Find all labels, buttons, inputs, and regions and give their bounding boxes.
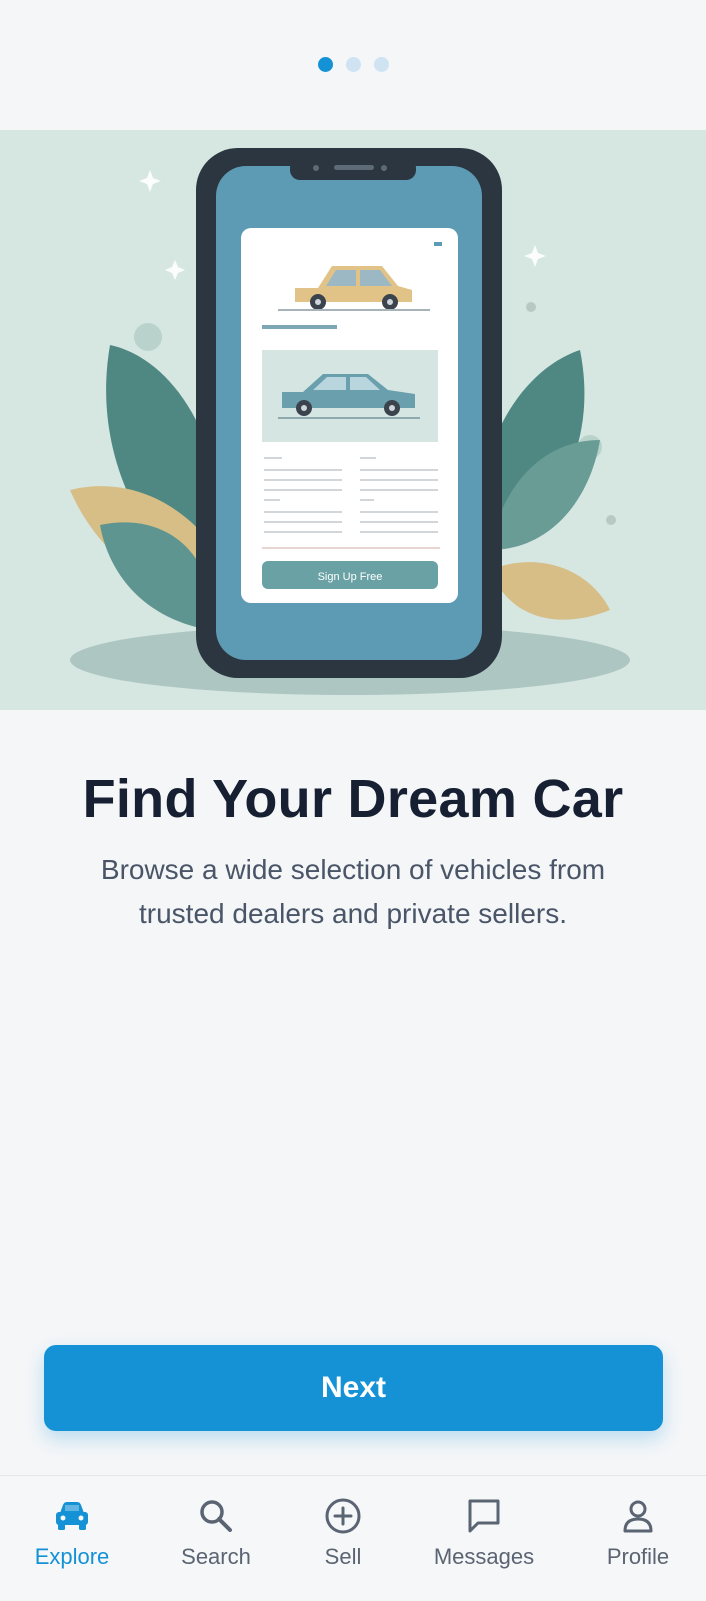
tab-explore[interactable]: Explore [26,1476,118,1601]
tab-profile[interactable]: Profile [590,1476,686,1601]
bottom-tab-bar: Explore Search Sell Messages Profile [0,1475,706,1601]
onboarding-title: Find Your Dream Car [82,769,624,829]
next-button[interactable]: Next [44,1345,663,1431]
hero-illustration: Sign Up Free [0,130,706,710]
user-icon [620,1496,656,1536]
tab-messages[interactable]: Messages [428,1476,540,1601]
pagination-dot-3[interactable] [373,57,389,72]
tab-label: Explore [34,1544,110,1569]
message-icon [465,1496,503,1536]
tab-sell[interactable]: Sell [303,1476,383,1601]
tab-label: Sell [324,1544,362,1569]
tab-search[interactable]: Search [170,1476,262,1601]
mock-screen-button-text: Sign Up Free [318,571,383,583]
plus-circle-icon [324,1496,362,1536]
onboarding-subtitle: Browse a wide selection of vehicles from… [100,854,606,929]
tab-label: Search [181,1544,251,1569]
pagination-dot-1[interactable] [317,57,333,72]
search-icon [198,1496,234,1536]
pagination-dots [0,57,706,72]
tab-label: Messages [433,1544,535,1569]
car-icon [53,1496,91,1536]
pagination-dot-2[interactable] [345,57,361,72]
tab-label: Profile [606,1544,670,1569]
